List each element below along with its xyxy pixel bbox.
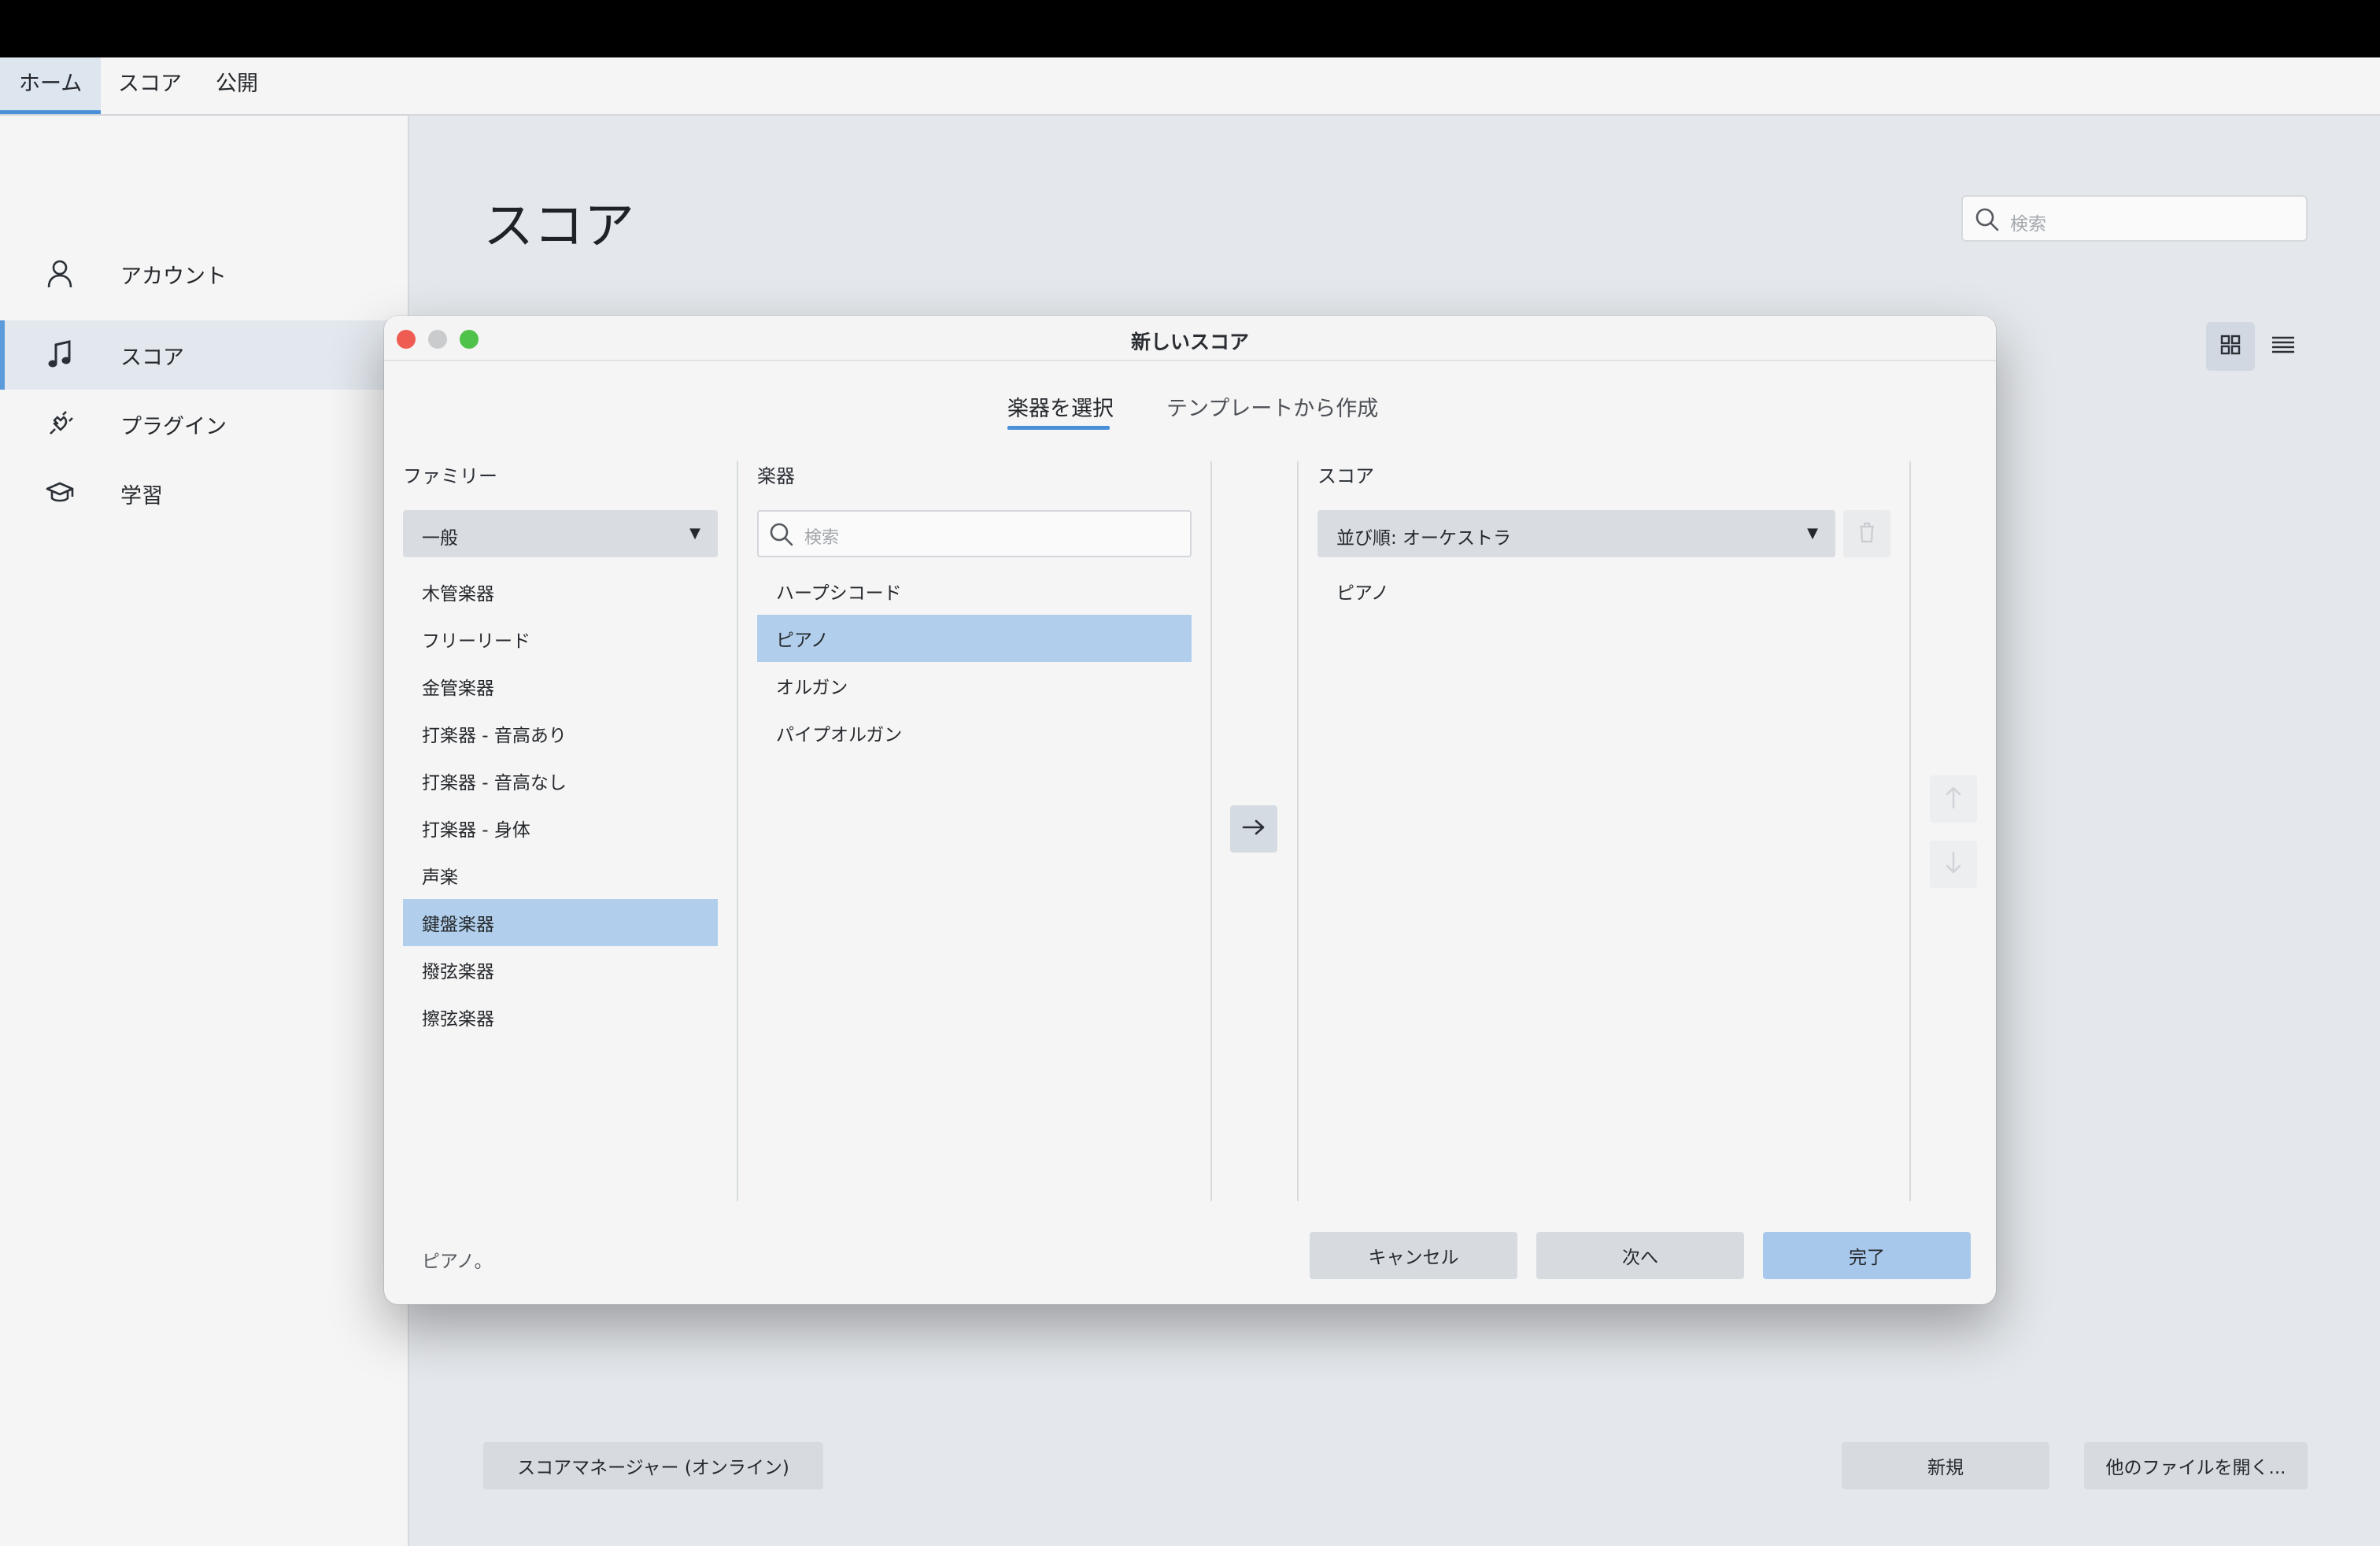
- selection-status: ピアノ。: [422, 1252, 493, 1272]
- done-button[interactable]: 完了: [1763, 1232, 1971, 1279]
- instruments-column-label: 楽器: [757, 465, 795, 487]
- new-score-button[interactable]: 新規: [1842, 1442, 2049, 1489]
- move-up-button[interactable]: [1930, 775, 1977, 823]
- sidebar-item-plugins[interactable]: プラグイン: [0, 390, 408, 459]
- family-list-item[interactable]: 打楽器 - 身体: [403, 804, 718, 852]
- family-dropdown-value: 一般: [422, 528, 458, 549]
- instrument-list-item[interactable]: パイプオルガン: [757, 709, 1192, 756]
- tab-score[interactable]: スコア: [99, 57, 201, 114]
- plugin-icon: [44, 409, 76, 440]
- dialog-titlebar: 新しいスコア: [384, 316, 1996, 361]
- cancel-button[interactable]: キャンセル: [1310, 1232, 1517, 1279]
- sidebar-item-label: プラグイン: [120, 414, 227, 439]
- score-column-label: スコア: [1318, 465, 1374, 487]
- instrument-list-item-selected[interactable]: ピアノ: [757, 615, 1192, 662]
- tab-create-from-template[interactable]: テンプレートから作成: [1166, 391, 1378, 422]
- new-score-dialog: 新しいスコア 楽器を選択 テンプレートから作成 ファミリー 一般 ▼ 木管楽器 …: [384, 316, 1996, 1304]
- family-dropdown[interactable]: 一般 ▼: [403, 510, 718, 557]
- sidebar-item-label: アカウント: [120, 264, 227, 289]
- family-list-item-selected[interactable]: 鍵盤楽器: [403, 899, 718, 946]
- sidebar: アカウント スコア プラグイン 学習: [0, 116, 409, 1546]
- family-list-item[interactable]: 打楽器 - 音高あり: [403, 710, 718, 757]
- score-list-item[interactable]: ピアノ: [1318, 568, 1835, 615]
- chevron-down-icon: ▼: [1807, 525, 1818, 542]
- sidebar-item-learn[interactable]: 学習: [0, 459, 408, 528]
- grid-icon: [2219, 334, 2241, 359]
- open-other-files-button[interactable]: 他のファイルを開く...: [2084, 1442, 2308, 1489]
- sidebar-item-score[interactable]: スコア: [0, 320, 408, 390]
- search-input[interactable]: 検索: [1961, 195, 2308, 242]
- chevron-down-icon: ▼: [689, 525, 700, 542]
- trash-icon: [1857, 521, 1876, 546]
- list-view-button[interactable]: [2259, 322, 2308, 371]
- sidebar-item-account[interactable]: アカウント: [0, 239, 408, 309]
- arrow-right-icon: [1242, 819, 1266, 839]
- family-list-item[interactable]: 擦弦楽器: [403, 993, 718, 1041]
- dialog-title: 新しいスコア: [1130, 331, 1249, 353]
- family-list-item[interactable]: 打楽器 - 音高なし: [403, 757, 718, 804]
- tab-home[interactable]: ホーム: [0, 57, 102, 114]
- arrow-down-icon: [1945, 851, 1962, 878]
- family-list-item[interactable]: 木管楽器: [403, 568, 718, 616]
- remove-instrument-button[interactable]: [1843, 510, 1890, 557]
- sidebar-item-label: スコア: [120, 345, 184, 370]
- column-divider: [1210, 461, 1212, 1201]
- column-divider: [737, 461, 738, 1201]
- grid-view-button[interactable]: [2206, 322, 2255, 371]
- search-icon: [768, 521, 795, 548]
- family-list-item[interactable]: 金管楽器: [403, 663, 718, 710]
- system-top-bar: [0, 0, 2380, 57]
- column-divider: [1909, 461, 1911, 1201]
- top-menu-bar: ホーム スコア 公開: [0, 57, 2380, 116]
- column-divider: [1297, 461, 1299, 1201]
- add-to-score-button[interactable]: [1230, 805, 1277, 853]
- instrument-list-item[interactable]: オルガン: [757, 662, 1192, 709]
- instrument-list-item[interactable]: ハープシコード: [757, 568, 1192, 615]
- search-placeholder: 検索: [2010, 214, 2046, 235]
- move-down-button[interactable]: [1930, 841, 1977, 888]
- arrow-up-icon: [1945, 786, 1962, 812]
- search-icon: [1974, 206, 2001, 233]
- active-tab-indicator: [1007, 426, 1110, 430]
- family-list-item[interactable]: フリーリード: [403, 616, 718, 663]
- instrument-search-input[interactable]: 検索: [757, 510, 1192, 557]
- family-column-label: ファミリー: [403, 465, 497, 487]
- score-order-value: 並び順: オーケストラ: [1336, 528, 1512, 549]
- family-list-item[interactable]: 撥弦楽器: [403, 946, 718, 993]
- family-list-item[interactable]: 声楽: [403, 852, 718, 899]
- tab-choose-instruments[interactable]: 楽器を選択: [1007, 391, 1114, 422]
- graduation-cap-icon: [44, 478, 76, 509]
- score-order-dropdown[interactable]: 並び順: オーケストラ ▼: [1318, 510, 1835, 557]
- account-icon: [44, 258, 76, 290]
- sidebar-item-label: 学習: [120, 483, 163, 509]
- tab-publish[interactable]: 公開: [197, 57, 277, 114]
- score-manager-button[interactable]: スコアマネージャー (オンライン): [483, 1442, 823, 1489]
- page-title: スコア: [483, 198, 634, 256]
- list-icon: [2271, 335, 2295, 357]
- music-note-icon: [44, 339, 76, 371]
- next-button[interactable]: 次へ: [1536, 1232, 1744, 1279]
- search-placeholder: 検索: [804, 528, 840, 548]
